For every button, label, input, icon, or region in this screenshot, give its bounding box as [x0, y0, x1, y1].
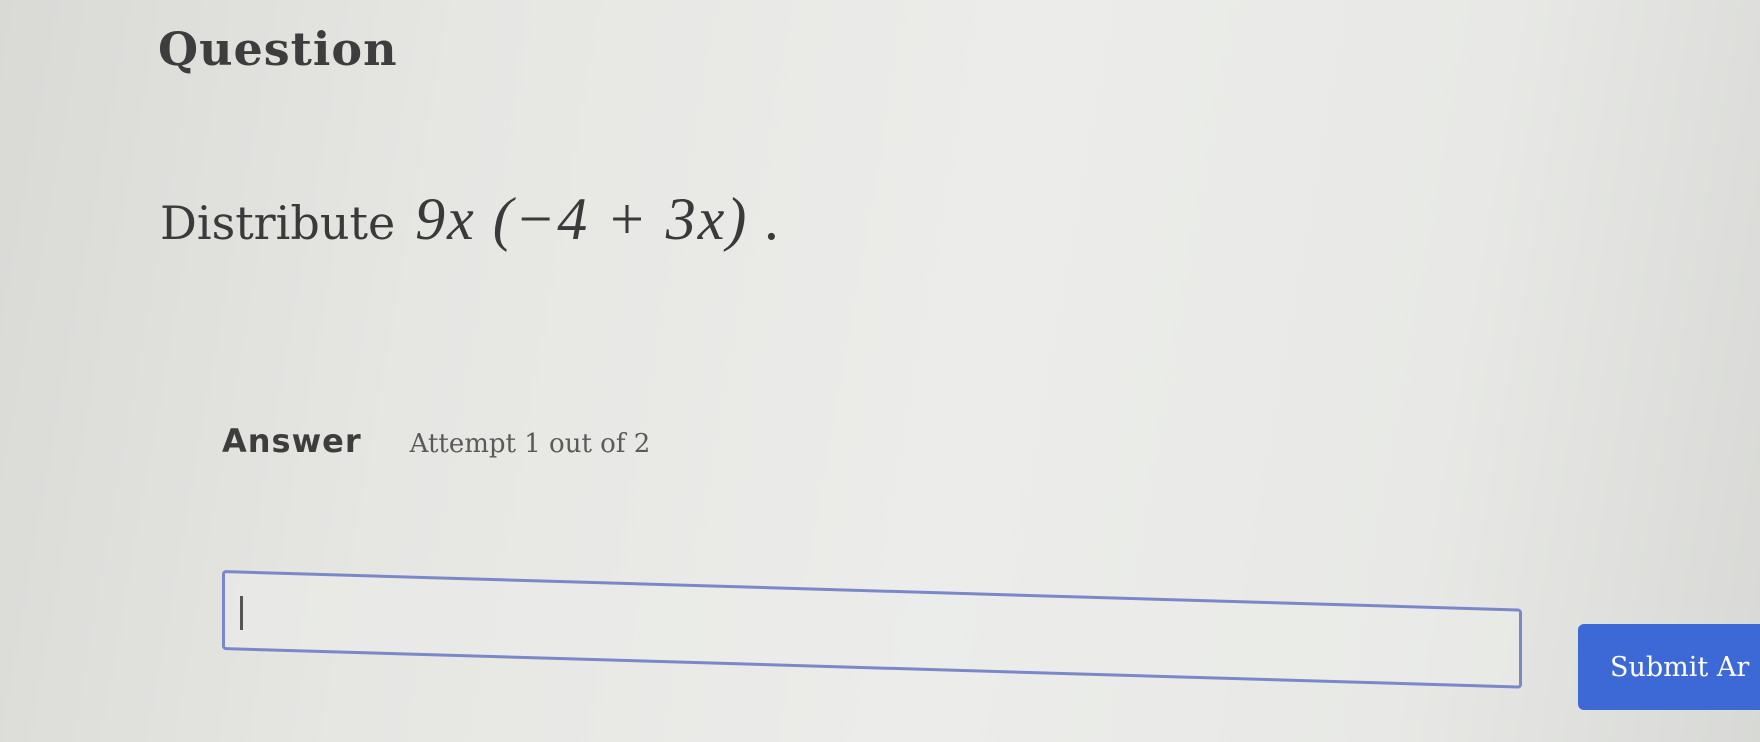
answer-input[interactable] [222, 570, 1522, 689]
question-instruction: Distribute [160, 196, 396, 250]
attempt-counter: Attempt 1 out of 2 [409, 429, 651, 459]
question-prompt: Distribute 9x (−4 + 3x) . [160, 185, 782, 254]
answer-label: Answer [222, 422, 362, 460]
text-cursor [240, 596, 243, 630]
question-heading: Question [158, 22, 398, 76]
answer-header: Answer Attempt 1 out of 2 [222, 422, 650, 460]
question-expression: 9x (−4 + 3x) . [415, 186, 783, 252]
submit-answer-button[interactable]: Submit Ar [1578, 624, 1760, 710]
